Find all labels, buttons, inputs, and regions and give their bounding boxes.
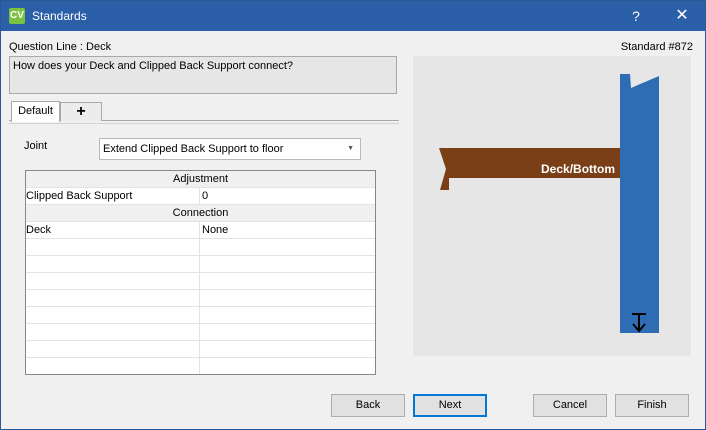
joint-diagram: Deck/Bottom	[439, 74, 659, 333]
grid-cell-value[interactable]: 0	[200, 188, 375, 204]
grid-cell-name: Clipped Back Support	[26, 188, 200, 204]
help-button[interactable]: ?	[613, 1, 659, 31]
grid-cell-empty	[26, 256, 200, 272]
standard-number-label: Standard #872	[620, 41, 693, 53]
app-logo-icon: CV	[9, 8, 25, 24]
next-button[interactable]: Next	[413, 394, 487, 417]
grid-section-header: Adjustment	[26, 171, 375, 188]
grid-cell-empty	[26, 358, 200, 374]
joint-selected-value: Extend Clipped Back Support to floor	[103, 143, 284, 155]
joint-label: Joint	[24, 140, 48, 152]
grid-row-empty	[26, 307, 375, 324]
standards-dialog: CV Standards ? ✕ Question Line : Deck St…	[0, 0, 706, 430]
deck-bottom-label: Deck/Bottom	[541, 162, 615, 176]
finish-button[interactable]: Finish	[615, 394, 689, 417]
clipped-back-support-post	[620, 74, 659, 333]
grid-cell-empty	[26, 341, 200, 357]
tab-strip: Default +	[9, 101, 399, 124]
grid-row-deck[interactable]: Deck None	[26, 222, 375, 239]
grid-row-empty	[26, 239, 375, 256]
joint-dropdown[interactable]: Extend Clipped Back Support to floor ▼	[99, 138, 361, 160]
question-text-box: How does your Deck and Clipped Back Supp…	[9, 56, 397, 94]
grid-cell-empty	[26, 273, 200, 289]
close-button[interactable]: ✕	[659, 1, 705, 31]
grid-row-empty	[26, 256, 375, 273]
title-bar: CV Standards ? ✕	[1, 1, 705, 31]
add-tab-button[interactable]: +	[60, 102, 102, 121]
joint-preview: Deck/Bottom	[413, 56, 691, 356]
grid-cell-empty	[26, 307, 200, 323]
grid-row-empty	[26, 358, 375, 375]
property-grid: Adjustment Clipped Back Support 0 Connec…	[25, 170, 376, 375]
grid-row-empty	[26, 290, 375, 307]
back-button[interactable]: Back	[331, 394, 405, 417]
grid-cell-empty	[26, 290, 200, 306]
grid-section-header: Connection	[26, 205, 375, 222]
grid-row-empty	[26, 324, 375, 341]
grid-cell-value[interactable]: None	[200, 222, 375, 238]
grid-cell-empty	[26, 239, 200, 255]
grid-cell-empty	[26, 324, 200, 340]
cancel-button[interactable]: Cancel	[533, 394, 607, 417]
grid-row-empty	[26, 273, 375, 290]
grid-cell-name: Deck	[26, 222, 200, 238]
window-title: Standards	[32, 9, 87, 23]
grid-row-empty	[26, 341, 375, 358]
tab-default[interactable]: Default	[11, 101, 60, 122]
question-line-label: Question Line : Deck	[9, 41, 112, 53]
chevron-down-icon: ▼	[347, 145, 354, 152]
grid-row-clipped-back-support[interactable]: Clipped Back Support 0	[26, 188, 375, 205]
